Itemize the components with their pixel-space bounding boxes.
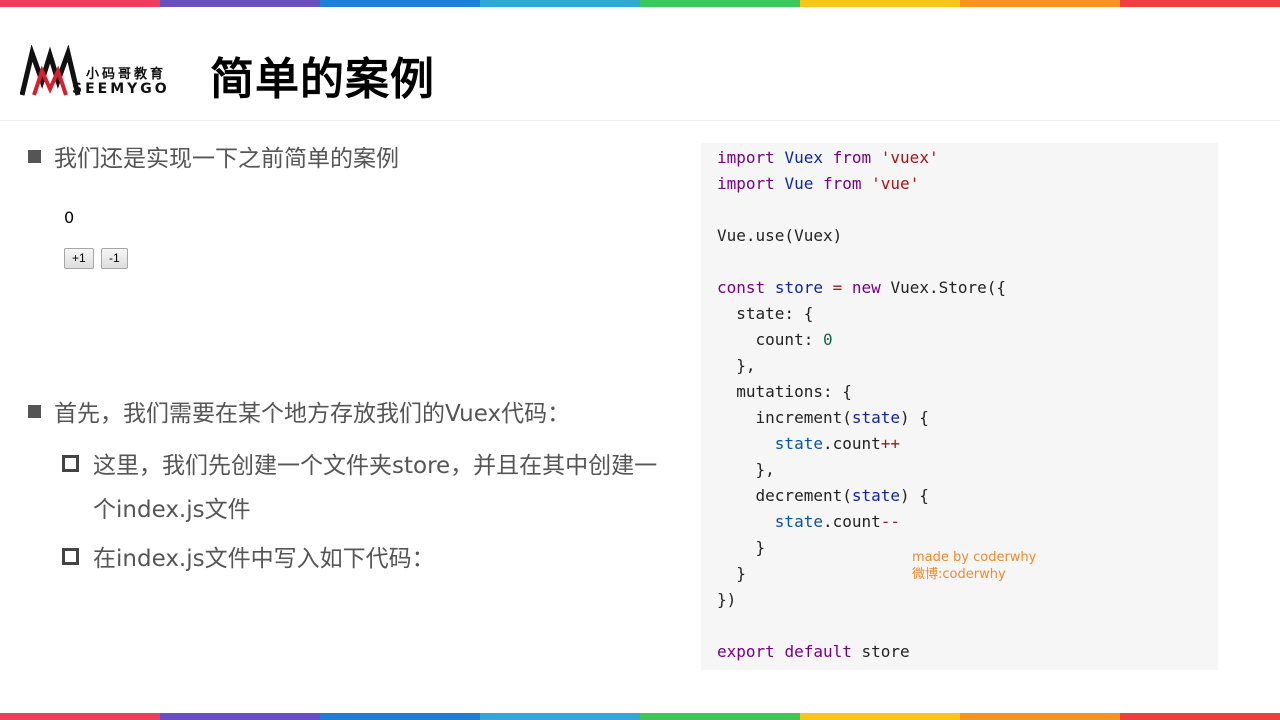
page-title: 简单的案例 xyxy=(210,54,435,105)
code-line: count: 0 xyxy=(717,330,833,349)
brand-name-en: SEEMYGO xyxy=(72,81,170,97)
code-line: export default store xyxy=(717,642,910,661)
code-line: import Vuex from 'vuex' xyxy=(717,148,939,167)
bullet-text: 首先，我们需要在某个地方存放我们的Vuex代码： xyxy=(54,401,571,427)
code-text: import Vuex from 'vuex' import Vue from … xyxy=(717,145,1006,665)
brand-logo: 小码哥教育 SEEMYGO xyxy=(20,45,185,103)
watermark-line: made by coderwhy xyxy=(912,550,1037,565)
hollow-square-bullet-icon xyxy=(62,455,79,472)
code-block: import Vuex from 'vuex' import Vue from … xyxy=(701,143,1218,670)
sub-bullet-text: 在index.js文件中写入如下代码： xyxy=(93,546,435,572)
code-line: mutations: { xyxy=(717,382,852,401)
code-line: state: { xyxy=(717,304,814,323)
sub-bullet-item-2: 在index.js文件中写入如下代码： xyxy=(62,541,435,577)
code-line: decrement(state) { xyxy=(717,486,929,505)
filled-square-bullet-icon xyxy=(28,150,41,163)
code-line: }, xyxy=(717,460,775,479)
sub-bullet-item-1: 这里，我们先创建一个文件夹store，并且在其中创建一 个index.js文件 xyxy=(62,448,657,532)
increment-button[interactable]: +1 xyxy=(64,248,94,269)
watermark: made by coderwhy 微博:coderwhy xyxy=(912,549,1036,583)
code-line: Vue.use(Vuex) xyxy=(717,226,843,245)
code-line: state.count++ xyxy=(717,434,901,453)
code-line: }) xyxy=(717,590,737,609)
code-line: const store = new Vuex.Store({ xyxy=(717,278,1007,297)
counter-value: 0 xyxy=(64,208,75,227)
code-line: state.count-- xyxy=(717,512,901,531)
sub-bullet-text: 这里，我们先创建一个文件夹store，并且在其中创建一 个index.js文件 xyxy=(93,448,657,532)
bullet-item-2: 首先，我们需要在某个地方存放我们的Vuex代码： xyxy=(28,396,570,432)
bottom-color-stripe xyxy=(0,713,1280,720)
watermark-line: 微博:coderwhy xyxy=(912,567,1006,582)
filled-square-bullet-icon xyxy=(28,405,41,418)
code-line: } xyxy=(717,564,746,583)
bullet-text: 我们还是实现一下之前简单的案例 xyxy=(54,146,399,172)
brand-name-cn: 小码哥教育 xyxy=(86,67,167,82)
decrement-button[interactable]: -1 xyxy=(101,248,128,269)
sub-bullet-line: 个index.js文件 xyxy=(93,497,251,523)
code-line: increment(state) { xyxy=(717,408,929,427)
bullet-item-1: 我们还是实现一下之前简单的案例 xyxy=(28,141,399,177)
code-line: import Vue from 'vue' xyxy=(717,174,920,193)
code-line: } xyxy=(717,538,766,557)
hollow-square-bullet-icon xyxy=(62,548,79,565)
code-line: }, xyxy=(717,356,756,375)
sub-bullet-line: 这里，我们先创建一个文件夹store，并且在其中创建一 xyxy=(93,453,658,479)
top-color-stripe xyxy=(0,0,1280,7)
slide-header: 小码哥教育 SEEMYGO 简单的案例 xyxy=(0,7,1280,121)
